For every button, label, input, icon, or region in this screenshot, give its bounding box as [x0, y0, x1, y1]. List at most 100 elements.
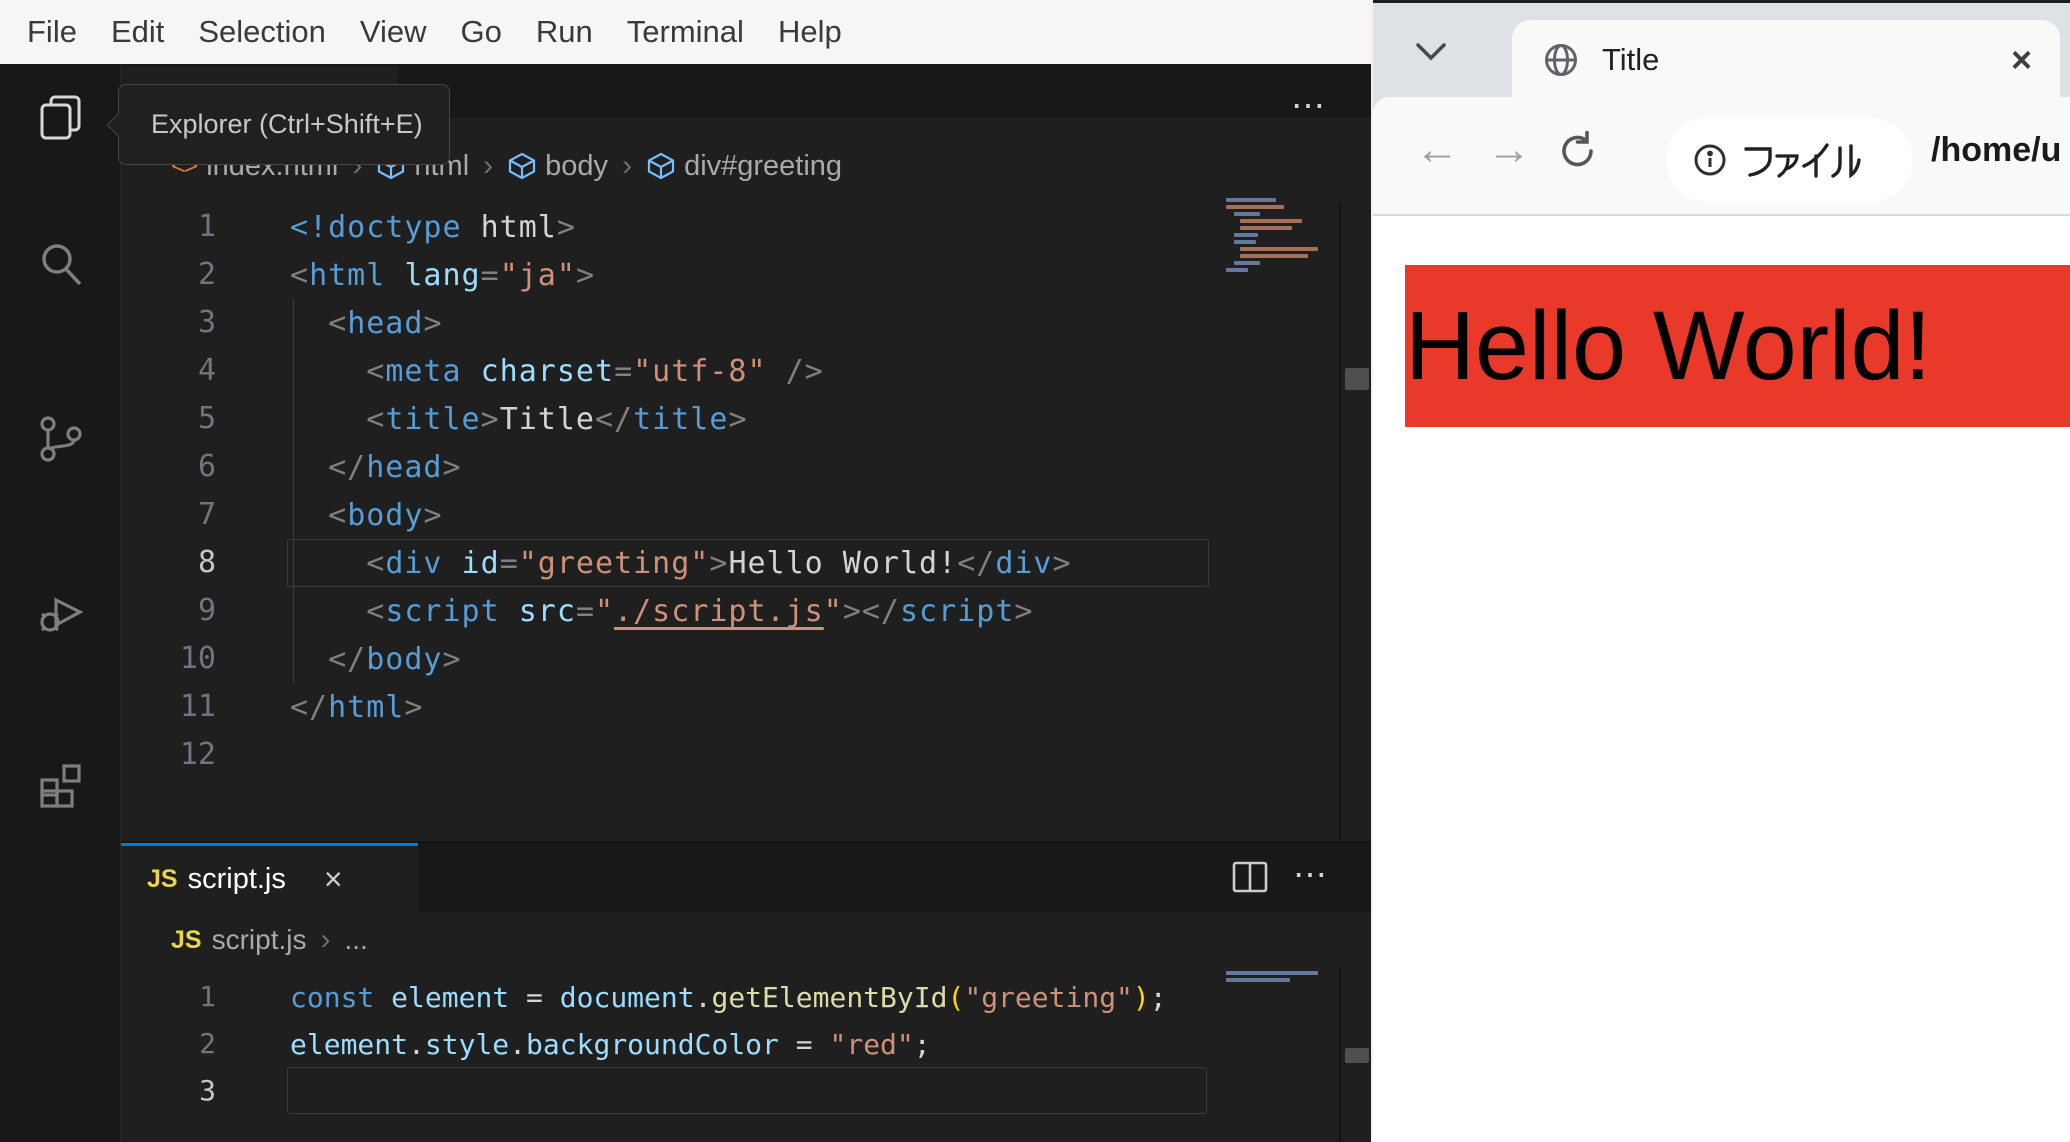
code-token: (: [947, 981, 965, 1014]
scrollbar-thumb[interactable]: [1345, 368, 1369, 390]
code-editor-html[interactable]: <!doctype html> <html lang="ja"> <head> <…: [287, 203, 1209, 779]
tab-search-chevron-icon[interactable]: [1413, 39, 1449, 65]
breadcrumb-separator: ›: [622, 149, 633, 182]
run-and-debug-icon[interactable]: [36, 588, 86, 638]
js-file-icon: JS: [171, 925, 202, 954]
minimap[interactable]: [1226, 198, 1346, 275]
explorer-icon[interactable]: [36, 92, 86, 142]
breadcrumb-separator: ›: [483, 149, 494, 182]
extensions-icon[interactable]: [36, 760, 86, 810]
code-token: ./script.js: [614, 594, 824, 629]
js-file-icon: JS: [147, 864, 178, 893]
code-line[interactable]: </head>: [287, 443, 1209, 491]
code-line[interactable]: element.style.backgroundColor = "red";: [287, 1020, 1207, 1067]
code-token: >: [575, 258, 595, 293]
file-chip-kana-art: [1742, 141, 1862, 179]
code-token: .: [694, 981, 712, 1014]
code-token: body: [347, 498, 424, 533]
minimap[interactable]: [1226, 971, 1346, 985]
code-token: head: [366, 450, 443, 485]
explorer-tooltip: Explorer (Ctrl+Shift+E): [106, 84, 450, 165]
code-token: >: [480, 402, 500, 437]
code-line[interactable]: </html>: [287, 683, 1209, 731]
code-line[interactable]: <title>Title</title>: [287, 395, 1209, 443]
line-number: 1: [199, 980, 216, 1013]
code-token: >: [709, 546, 729, 581]
browser-toolbar: ← → /home/u: [1373, 97, 2070, 216]
breadcrumb-item[interactable]: body: [507, 150, 608, 183]
code-token: head: [347, 306, 424, 341]
code-token: =: [509, 981, 560, 1014]
line-number: 11: [179, 689, 216, 724]
menu-item-run[interactable]: Run: [519, 0, 610, 64]
tab-close-icon[interactable]: ×: [324, 861, 343, 898]
code-line[interactable]: <head>: [287, 299, 1209, 347]
minimap-line: [1226, 971, 1318, 975]
code-line[interactable]: [287, 1067, 1207, 1114]
code-token: Hello World!: [728, 546, 958, 581]
code-line[interactable]: [287, 731, 1209, 779]
breadcrumb-item[interactable]: div#greeting: [646, 150, 842, 183]
hello-world-text: Hello World!: [1405, 291, 1932, 400]
code-token: =: [614, 354, 634, 389]
site-info-chip[interactable]: ファイル: [1666, 118, 1913, 202]
minimap-line: [1226, 268, 1248, 272]
line-numbers: 1 2 3 4 5 6 7 8 9 10 11 12: [121, 203, 216, 779]
code-token: .: [408, 1028, 425, 1061]
breadcrumb-item[interactable]: ...: [345, 924, 368, 956]
code-token: </: [328, 450, 367, 485]
tab-script-js[interactable]: JS script.js ×: [121, 843, 418, 912]
breadcrumb-item[interactable]: JS script.js: [171, 924, 307, 956]
forward-icon[interactable]: →: [1487, 125, 1531, 175]
menu-item-terminal[interactable]: Terminal: [610, 0, 761, 64]
breadcrumb-label: ...: [344, 924, 368, 955]
code-line[interactable]: <meta charset="utf-8" />: [287, 347, 1209, 395]
menu-item-go[interactable]: Go: [444, 0, 519, 64]
code-token: script: [900, 594, 1015, 629]
back-icon[interactable]: ←: [1415, 125, 1459, 175]
breadcrumb-separator: ›: [320, 923, 331, 956]
tab-close-icon[interactable]: ×: [2011, 39, 2032, 81]
code-editor-js[interactable]: const element = document.getElementById(…: [287, 973, 1207, 1114]
address-url[interactable]: /home/u: [1931, 131, 2061, 170]
menu-item-edit[interactable]: Edit: [94, 0, 181, 64]
menu-item-file[interactable]: File: [10, 0, 94, 64]
code-line[interactable]: const element = document.getElementById(…: [287, 973, 1207, 1020]
code-token: </: [595, 402, 634, 437]
code-line[interactable]: </body>: [287, 635, 1209, 683]
scrollbar-thumb[interactable]: [1345, 1048, 1369, 1063]
browser-tab[interactable]: Title ×: [1512, 20, 2060, 100]
code-line[interactable]: <!doctype html>: [287, 203, 1209, 251]
code-token: </: [957, 546, 996, 581]
code-token: ": [823, 594, 843, 629]
code-line[interactable]: <html lang="ja">: [287, 251, 1209, 299]
reload-icon[interactable]: [1556, 129, 1600, 173]
breadcrumb-label: div#greeting: [684, 149, 843, 182]
line-number: 9: [197, 593, 216, 628]
line-number: 1: [197, 209, 216, 244]
search-icon[interactable]: [36, 240, 86, 290]
split-editor-icon[interactable]: [1231, 858, 1269, 896]
line-number: 3: [197, 305, 216, 340]
minimap-line: [1240, 247, 1318, 251]
code-token: <: [328, 498, 348, 533]
code-line[interactable]: <div id="greeting">Hello World!</div>: [287, 539, 1209, 587]
code-token: >: [842, 594, 862, 629]
code-line[interactable]: <script src="./script.js"></script>: [287, 587, 1209, 635]
code-token: </: [861, 594, 900, 629]
menu-item-selection[interactable]: Selection: [181, 0, 343, 64]
code-token: backgroundColor: [526, 1028, 779, 1061]
code-token: script: [385, 594, 500, 629]
info-icon: [1692, 142, 1728, 178]
code-token: <: [366, 594, 386, 629]
editor-actions-more-icon[interactable]: ⋯: [1293, 855, 1330, 895]
menu-item-view[interactable]: View: [343, 0, 444, 64]
minimap-line: [1226, 205, 1284, 209]
source-control-icon[interactable]: [36, 414, 86, 464]
menu-item-help[interactable]: Help: [761, 0, 859, 64]
minimap-line: [1234, 212, 1260, 216]
code-line[interactable]: <body>: [287, 491, 1209, 539]
